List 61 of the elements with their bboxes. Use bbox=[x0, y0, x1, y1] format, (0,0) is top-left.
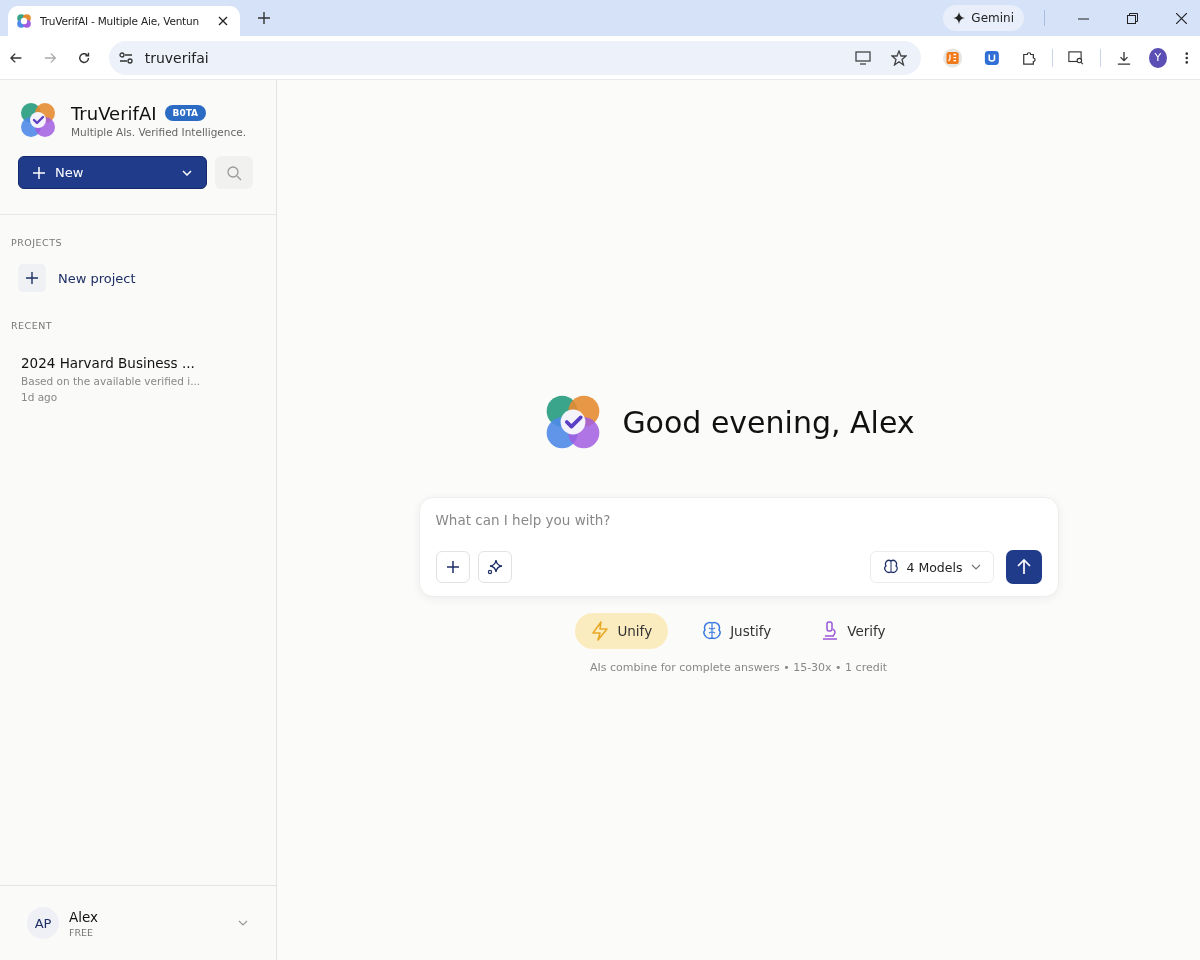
section-heading: RECENT bbox=[11, 320, 54, 331]
arrow-up-icon bbox=[1016, 559, 1031, 575]
user-plan: FREE bbox=[69, 926, 95, 938]
extension-icon[interactable] bbox=[942, 46, 962, 69]
attach-button[interactable] bbox=[435, 551, 470, 583]
models-dropdown[interactable]: 4 Models bbox=[869, 551, 994, 583]
chat-preview: Based on the available verified i... bbox=[21, 375, 202, 387]
recent-chat-item[interactable]: 2024 Harvard Business ... Based on the available verified i... 1d ago bbox=[11, 355, 265, 403]
plus-icon bbox=[446, 561, 459, 573]
extension-icon[interactable] bbox=[983, 48, 1000, 67]
new-tab-icon[interactable] bbox=[258, 12, 270, 24]
brand-name: TruVerifAI bbox=[71, 102, 157, 124]
back-icon[interactable] bbox=[10, 50, 23, 65]
chat-time: 1d ago bbox=[21, 391, 59, 403]
prompt-input[interactable]: What can I help you with? bbox=[435, 510, 1042, 530]
beta-badge: B0TA bbox=[164, 105, 207, 121]
plus-icon bbox=[33, 166, 45, 179]
mode-tab[interactable]: Unify bbox=[575, 613, 669, 649]
search-icon bbox=[226, 164, 242, 181]
chevron-down-icon[interactable] bbox=[238, 920, 248, 926]
menu-icon[interactable] bbox=[1184, 50, 1188, 65]
reload-icon[interactable] bbox=[78, 50, 91, 65]
sparkle-icon bbox=[953, 12, 966, 24]
close-icon[interactable] bbox=[1176, 12, 1187, 24]
user-name: Alex bbox=[69, 908, 100, 925]
restore-icon[interactable] bbox=[1127, 12, 1138, 24]
brain-icon bbox=[882, 559, 899, 575]
enhance-button[interactable] bbox=[477, 551, 512, 583]
logo-icon bbox=[16, 13, 32, 29]
mode-tab[interactable]: Justify bbox=[686, 613, 788, 649]
add-project-button[interactable] bbox=[18, 264, 46, 292]
puzzle-icon[interactable] bbox=[1021, 49, 1036, 66]
chevron-down-icon bbox=[970, 564, 981, 570]
sparkles-icon bbox=[485, 558, 504, 576]
gemini-button[interactable]: Gemini bbox=[943, 5, 1024, 31]
brain-icon bbox=[702, 621, 723, 641]
microscope-icon bbox=[821, 621, 840, 641]
close-icon[interactable] bbox=[218, 16, 228, 26]
url-text: truverifai bbox=[144, 49, 209, 66]
star-icon[interactable] bbox=[890, 49, 907, 66]
mode-tab[interactable]: Verify bbox=[805, 613, 902, 649]
site-settings-icon[interactable] bbox=[118, 51, 133, 64]
user-avatar: AP bbox=[27, 907, 59, 939]
search-tab-icon[interactable] bbox=[1068, 49, 1085, 66]
greeting-heading: Good evening, Alex bbox=[622, 404, 915, 440]
chevron-down-icon bbox=[182, 169, 192, 176]
download-icon[interactable] bbox=[1117, 49, 1132, 66]
chat-title: 2024 Harvard Business ... bbox=[21, 355, 196, 371]
lightning-icon bbox=[591, 621, 610, 641]
address-bar[interactable]: truverifai bbox=[108, 40, 921, 75]
logo-icon bbox=[18, 100, 58, 140]
send-button[interactable] bbox=[1005, 550, 1042, 584]
tagline: Multiple AIs. Verified Intelligence. bbox=[71, 125, 247, 138]
new-button[interactable]: New bbox=[18, 156, 207, 189]
plus-icon bbox=[26, 272, 38, 284]
tab-title: TruVerifAI - Multiple Aie, Ventun bbox=[40, 15, 200, 27]
section-heading: PROJECTS bbox=[11, 237, 64, 248]
profile-avatar[interactable]: Y bbox=[1149, 47, 1167, 68]
new-project-link[interactable]: New project bbox=[58, 270, 136, 286]
browser-tab[interactable]: TruVerifAI - Multiple Aie, Ventun bbox=[8, 6, 240, 36]
mode-description: AIs combine for complete answers • 15-30x • 1 credit bbox=[589, 661, 888, 674]
